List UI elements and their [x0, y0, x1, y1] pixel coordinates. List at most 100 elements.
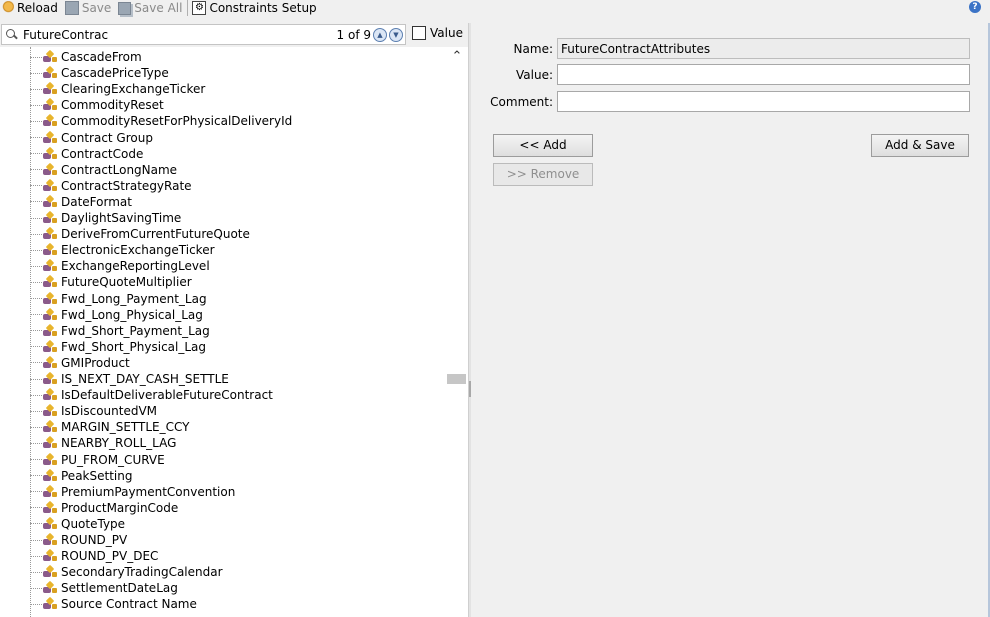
- value-label: Value:: [516, 68, 553, 82]
- help-icon[interactable]: ?: [969, 1, 981, 13]
- value-filter-toggle[interactable]: Value: [412, 26, 463, 40]
- value-field[interactable]: [557, 64, 970, 85]
- tree-item-label: SettlementDateLag: [61, 581, 178, 596]
- attribute-icon: [43, 500, 58, 515]
- tree-item-label: IS_NEXT_DAY_CASH_SETTLE: [61, 372, 229, 386]
- remove-button[interactable]: >> Remove: [493, 163, 593, 186]
- tree-item[interactable]: Source Contract Name: [30, 596, 197, 612]
- tree-item[interactable]: PU_FROM_CURVE: [30, 452, 165, 468]
- tree-item[interactable]: ProductMarginCode: [30, 500, 178, 516]
- constraints-setup-button[interactable]: ⚙ Constraints Setup: [192, 0, 319, 16]
- tree-item-label: FutureQuoteMultiplier: [61, 275, 192, 290]
- tree-item[interactable]: CascadeFrom: [30, 49, 142, 65]
- add-and-save-button[interactable]: Add & Save: [871, 134, 969, 157]
- tree-item[interactable]: DeriveFromCurrentFutureQuote: [30, 226, 250, 242]
- reload-button[interactable]: Reload: [0, 0, 61, 16]
- tree-item[interactable]: CommodityReset: [30, 97, 164, 113]
- tree-item-label: CascadeFrom: [61, 50, 142, 64]
- attribute-icon: [43, 581, 58, 595]
- tree-connector: [30, 169, 42, 171]
- tree-item-label: Fwd_Short_Payment_Lag: [61, 323, 210, 338]
- tree-connector: [30, 137, 42, 138]
- add-button[interactable]: << Add: [493, 134, 593, 157]
- tree-item[interactable]: ElectronicExchangeTicker: [30, 242, 215, 258]
- next-match-icon[interactable]: ▼: [389, 27, 403, 42]
- attribute-icon: [43, 452, 58, 467]
- tree-item[interactable]: SecondaryTradingCalendar: [30, 564, 223, 580]
- tree-item-label: Contract Group: [61, 130, 153, 145]
- tree-item[interactable]: ContractCode: [30, 146, 143, 162]
- tree-item[interactable]: QuoteType: [30, 516, 125, 532]
- tree-item[interactable]: GMIProduct: [30, 355, 130, 371]
- match-count: 1 of 9: [336, 27, 371, 42]
- tree-item-label: ROUND_PV: [61, 533, 128, 547]
- tree-connector: [30, 410, 42, 412]
- tree-item-label: CommodityReset: [61, 98, 164, 113]
- attribute-editor-panel: Name: Value: Comment: << Add Add & Save …: [471, 23, 990, 617]
- tree-item[interactable]: IsDiscountedVM: [30, 403, 157, 419]
- tree-item[interactable]: MARGIN_SETTLE_CCY: [30, 419, 190, 435]
- tree-item[interactable]: IsDefaultDeliverableFutureContract: [30, 387, 273, 403]
- tree-item-label: CommodityResetForPhysicalDeliveryId: [61, 114, 293, 129]
- attribute-icon: [43, 226, 58, 241]
- tree-item[interactable]: Fwd_Long_Physical_Lag: [30, 307, 203, 323]
- attribute-icon: [43, 275, 58, 289]
- tree-item[interactable]: Fwd_Long_Payment_Lag: [30, 291, 207, 307]
- save-button[interactable]: Save: [64, 0, 114, 16]
- tree-item[interactable]: Fwd_Short_Payment_Lag: [30, 323, 210, 339]
- tree-connector: [30, 442, 42, 444]
- tree-connector: [30, 523, 42, 525]
- tree-item[interactable]: IS_NEXT_DAY_CASH_SETTLE: [30, 371, 229, 387]
- save-all-button[interactable]: Save All: [118, 0, 185, 16]
- tree-connector: [30, 555, 42, 557]
- scroll-thumb[interactable]: [447, 374, 466, 384]
- tree-scrollbar[interactable]: ⌃: [446, 47, 468, 617]
- tree-item-label: Fwd_Long_Physical_Lag: [61, 307, 203, 322]
- tree-item[interactable]: ClearingExchangeTicker: [30, 81, 205, 97]
- tree-item[interactable]: SettlementDateLag: [30, 580, 178, 596]
- tree-item[interactable]: Contract Group: [30, 130, 153, 146]
- tree-item[interactable]: DaylightSavingTime: [30, 210, 181, 226]
- search-input[interactable]: [21, 27, 325, 42]
- tree-connector: [30, 346, 42, 348]
- tree-item[interactable]: NEARBY_ROLL_LAG: [30, 435, 176, 451]
- scroll-up-icon[interactable]: ⌃: [450, 50, 464, 63]
- save-all-icon: [118, 1, 132, 15]
- tree-item[interactable]: PeakSetting: [30, 468, 132, 484]
- toolbar-separator: [187, 0, 189, 16]
- tree-connector: [30, 426, 42, 428]
- attribute-icon: [43, 468, 58, 483]
- previous-match-icon[interactable]: ▲: [373, 27, 387, 42]
- search-icon[interactable]: [5, 27, 21, 43]
- tree-connector: [30, 587, 42, 589]
- name-field[interactable]: [557, 38, 970, 59]
- tree-item[interactable]: ROUND_PV_DEC: [30, 548, 158, 564]
- tree-item-label: ElectronicExchangeTicker: [61, 243, 215, 258]
- tree-item[interactable]: Fwd_Short_Physical_Lag: [30, 339, 206, 355]
- comment-field[interactable]: [557, 91, 970, 112]
- tree-connector: [30, 362, 42, 364]
- tree-connector: [30, 249, 42, 251]
- value-checkbox[interactable]: [412, 26, 426, 40]
- save-icon: [64, 1, 79, 15]
- tree-item[interactable]: CommodityResetForPhysicalDeliveryId: [30, 113, 292, 129]
- tree-item[interactable]: PremiumPaymentConvention: [30, 484, 235, 500]
- tree-item[interactable]: FutureQuoteMultiplier: [30, 274, 192, 290]
- tree-item[interactable]: ExchangeReportingLevel: [30, 258, 210, 274]
- constraints-setup-label: Constraints Setup: [209, 1, 317, 15]
- tree-item-label: ROUND_PV_DEC: [61, 549, 159, 564]
- tree-item-label: MARGIN_SETTLE_CCY: [61, 420, 190, 435]
- tree-item[interactable]: CascadePriceType: [30, 65, 169, 81]
- attribute-icon: [43, 436, 58, 450]
- tree-connector: [30, 539, 42, 541]
- attribute-icon: [43, 516, 58, 531]
- tree-item[interactable]: ContractLongName: [30, 162, 177, 178]
- tree-item[interactable]: ContractStrategyRate: [30, 178, 192, 194]
- attribute-tree-panel: 1 of 9 ▲ ▼ Value CascadeFrom CascadePrice…: [0, 23, 468, 617]
- tree-item[interactable]: DateFormat: [30, 194, 132, 210]
- tree-item-label: CascadePriceType: [61, 66, 169, 81]
- tree-item[interactable]: ROUND_PV: [30, 532, 127, 548]
- tree-connector: [30, 72, 42, 74]
- reload-icon: [0, 1, 14, 15]
- tree-connector: [30, 459, 42, 460]
